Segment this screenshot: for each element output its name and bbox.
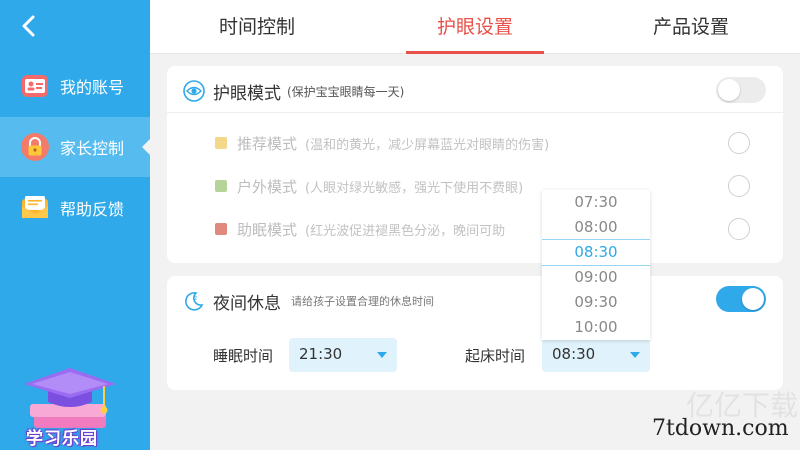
- watermark-url: 7tdown.com: [652, 416, 789, 441]
- tab-eye-protection[interactable]: 护眼设置: [406, 0, 544, 54]
- sidebar-item-my-account[interactable]: 我的账号: [0, 56, 150, 116]
- moon-icon: z: [185, 292, 204, 311]
- mode-description: (温和的黄光，减少屏幕蓝光对眼睛的伤害): [305, 137, 550, 153]
- tab-bar: 时间控制 护眼设置 产品设置: [150, 0, 800, 54]
- night-rest-subtitle: 请给孩子设置合理的休息时间: [291, 295, 434, 308]
- wake-time-label: 起床时间: [465, 347, 526, 365]
- time-option[interactable]: 09:30: [542, 290, 650, 315]
- eye-protection-header: 护眼模式 (保护宝宝眼睛每一天): [183, 78, 404, 104]
- tab-time-control[interactable]: 时间控制: [192, 0, 322, 54]
- tab-product-settings[interactable]: 产品设置: [626, 0, 756, 54]
- svg-text:z: z: [194, 295, 197, 302]
- night-rest-card: z 夜间休息 请给孩子设置合理的休息时间 睡眠时间 21:30 起床时间 08:…: [167, 276, 783, 390]
- sidebar: 我的账号 家长控制 帮助反馈 学习乐园: [0, 0, 150, 450]
- time-option[interactable]: 09:00: [542, 265, 650, 290]
- mode-outdoor-radio[interactable]: [728, 175, 750, 197]
- time-option-selected[interactable]: 08:30: [542, 240, 650, 265]
- time-option[interactable]: 08:00: [542, 215, 650, 240]
- eye-protection-card: 护眼模式 (保护宝宝眼睛每一天) 推荐模式 (温和的黄光，减少屏幕蓝光对眼睛的伤…: [167, 66, 783, 263]
- mode-sleep-aid[interactable]: 助眠模式 (红光波促进褪黑色分泌，晚间可助: [215, 218, 505, 240]
- mode-outdoor[interactable]: 户外模式 (人眼对绿光敏感，强光下使用不费眼): [215, 175, 523, 197]
- mode-description: (红光波促进褪黑色分泌，晚间可助: [305, 223, 506, 239]
- wake-time-value: 08:30: [552, 345, 596, 363]
- chevron-down-icon: [630, 352, 640, 358]
- mode-description: (人眼对绿光敏感，强光下使用不费眼): [305, 180, 524, 196]
- mode-color-swatch: [215, 137, 227, 149]
- night-rest-title: 夜间休息: [213, 293, 281, 314]
- mode-recommended-radio[interactable]: [728, 132, 750, 154]
- mode-name: 推荐模式: [237, 134, 298, 153]
- night-rest-header: z 夜间休息 请给孩子设置合理的休息时间: [183, 288, 434, 314]
- sidebar-item-help-feedback[interactable]: 帮助反馈: [0, 178, 150, 238]
- mode-name: 助眠模式: [237, 220, 298, 239]
- sleep-time-label: 睡眠时间: [213, 347, 274, 365]
- sidebar-item-label: 帮助反馈: [60, 200, 125, 219]
- time-picker-dropdown[interactable]: 07:30 08:00 08:30 09:00 09:30 10:00: [542, 190, 650, 340]
- sleep-time-value: 21:30: [299, 345, 343, 363]
- eye-protection-subtitle: (保护宝宝眼睛每一天): [287, 84, 405, 99]
- eye-protection-title: 护眼模式: [213, 83, 281, 104]
- lock-icon: [21, 133, 49, 161]
- night-rest-toggle[interactable]: [716, 286, 766, 312]
- sleep-time-select[interactable]: 21:30: [289, 338, 397, 372]
- toggle-knob: [742, 288, 764, 310]
- divider: [167, 112, 783, 113]
- wake-time-select[interactable]: 08:30: [542, 338, 650, 372]
- sidebar-item-label: 家长控制: [60, 139, 125, 158]
- mode-color-swatch: [215, 180, 227, 192]
- mode-sleep-aid-radio[interactable]: [728, 218, 750, 240]
- sidebar-item-label: 我的账号: [60, 78, 125, 97]
- tab-active-underline: [406, 51, 544, 54]
- time-option[interactable]: 07:30: [542, 190, 650, 215]
- mode-name: 户外模式: [237, 177, 298, 196]
- account-card-icon: [22, 75, 48, 97]
- mascot-label: 学习乐园: [26, 429, 98, 449]
- chevron-down-icon: [377, 352, 387, 358]
- mode-color-swatch: [215, 223, 227, 235]
- active-indicator: [142, 139, 150, 155]
- eye-icon: [183, 80, 205, 102]
- toggle-knob: [718, 79, 740, 101]
- back-arrow-icon[interactable]: [16, 12, 44, 40]
- eye-protection-toggle[interactable]: [716, 77, 766, 103]
- mode-recommended[interactable]: 推荐模式 (温和的黄光，减少屏幕蓝光对眼睛的伤害): [215, 132, 549, 154]
- time-option[interactable]: 10:00: [542, 315, 650, 340]
- mail-icon: [22, 196, 48, 218]
- sidebar-item-parental-control[interactable]: 家长控制: [0, 117, 150, 177]
